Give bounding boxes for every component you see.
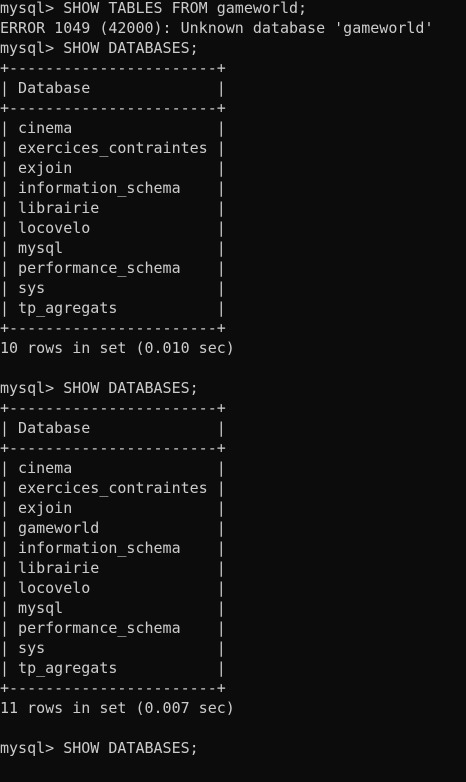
result-summary: 10 rows in set (0.010 sec) [0, 339, 235, 357]
table-row: | cinema | [0, 119, 226, 137]
table-border: +-----------------------+ [0, 319, 226, 337]
table-header: | Database | [0, 419, 226, 437]
table-row: | mysql | [0, 239, 226, 257]
table-row: | information_schema | [0, 179, 226, 197]
table-row: | tp_agregats | [0, 299, 226, 317]
table-row: | locovelo | [0, 219, 226, 237]
table-row: | librairie | [0, 559, 226, 577]
table-row: | exercices_contraintes | [0, 139, 226, 157]
command-line: mysql> SHOW DATABASES; [0, 379, 199, 397]
table-border: +-----------------------+ [0, 439, 226, 457]
terminal-window[interactable]: mysql> SHOW TABLES FROM gameworld; ERROR… [0, 0, 466, 780]
table-row: | gameworld | [0, 519, 226, 537]
result-summary: 11 rows in set (0.007 sec) [0, 699, 235, 717]
table-row: | exercices_contraintes | [0, 479, 226, 497]
table-border: +-----------------------+ [0, 59, 226, 77]
table-row: | mysql | [0, 599, 226, 617]
table-row: | locovelo | [0, 579, 226, 597]
table-border: +-----------------------+ [0, 399, 226, 417]
table-row: | performance_schema | [0, 619, 226, 637]
table-border: +-----------------------+ [0, 99, 226, 117]
table-row: | sys | [0, 279, 226, 297]
error-line: ERROR 1049 (42000): Unknown database 'ga… [0, 19, 434, 37]
command-line: mysql> SHOW DATABASES; [0, 39, 199, 57]
table-border: +-----------------------+ [0, 679, 226, 697]
table-row: | cinema | [0, 459, 226, 477]
command-line: mysql> SHOW TABLES FROM gameworld; [0, 0, 308, 17]
table-row: | exjoin | [0, 499, 226, 517]
command-prompt[interactable]: mysql> SHOW DATABASES; [0, 738, 466, 758]
table-row: | information_schema | [0, 539, 226, 557]
table-row: | tp_agregats | [0, 659, 226, 677]
table-header: | Database | [0, 79, 226, 97]
table-row: | sys | [0, 639, 226, 657]
table-row: | performance_schema | [0, 259, 226, 277]
table-row: | exjoin | [0, 159, 226, 177]
table-row: | librairie | [0, 199, 226, 217]
